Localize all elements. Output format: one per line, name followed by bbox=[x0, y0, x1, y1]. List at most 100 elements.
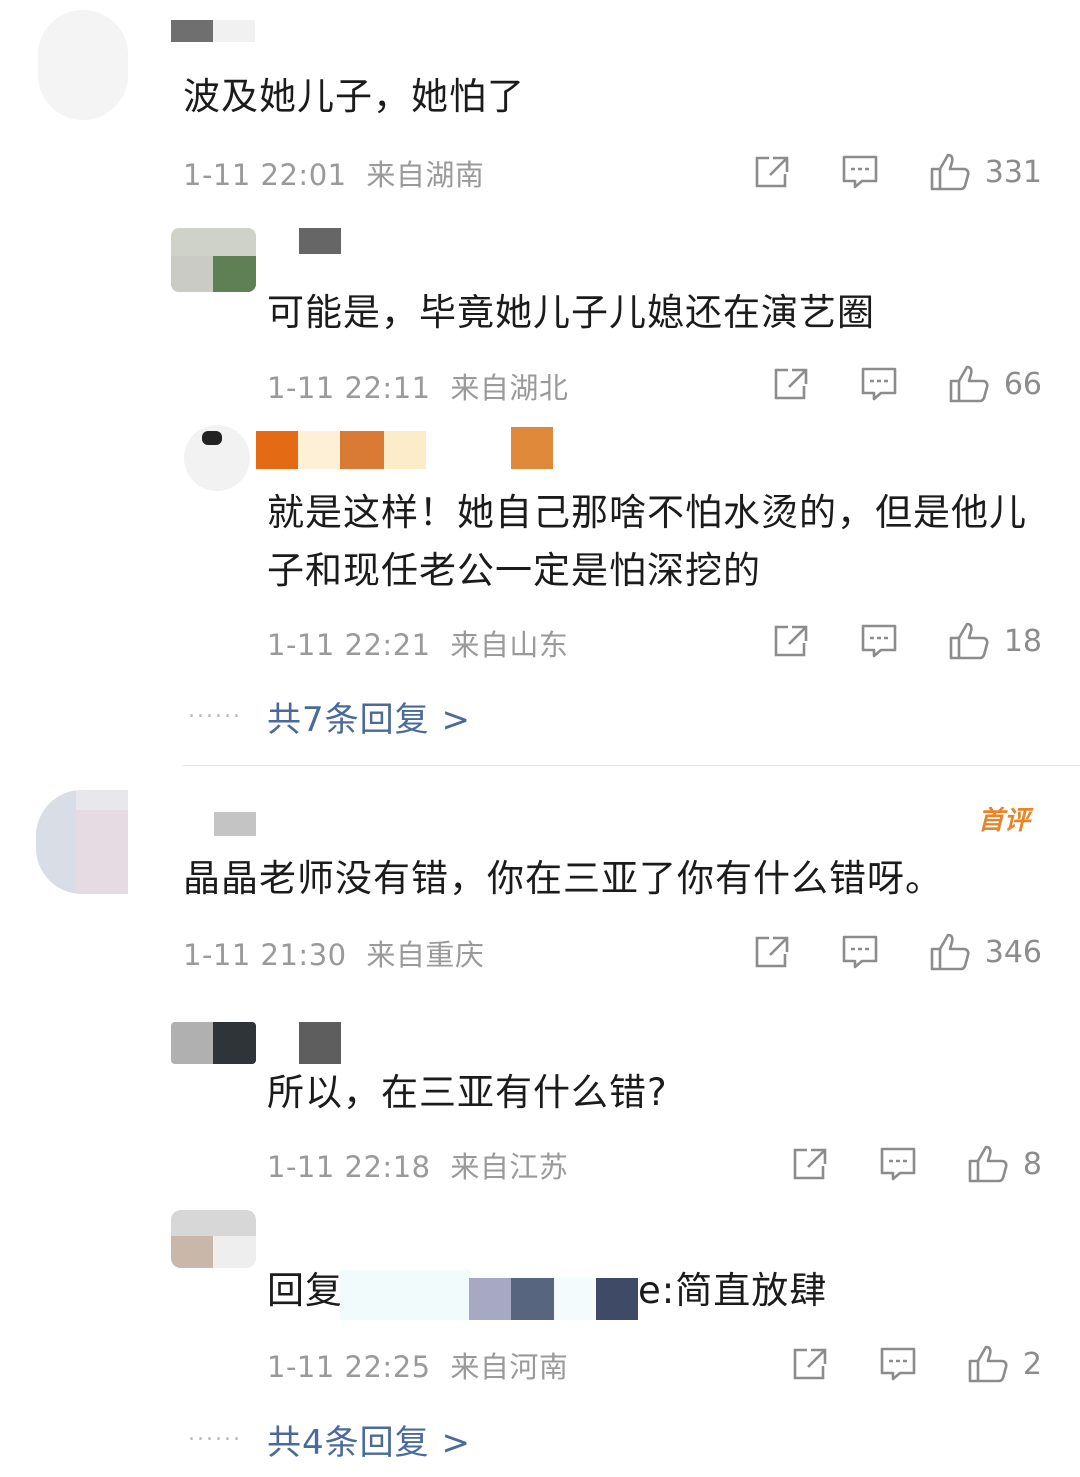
like-count: 331 bbox=[984, 154, 1042, 190]
reply-actions: 8 bbox=[791, 1142, 1042, 1186]
thumbs-up-icon bbox=[968, 1345, 1008, 1383]
comment-text: 晶晶老师没有错，你在三亚了你有什么错呀。 bbox=[183, 857, 943, 900]
like-count: 8 bbox=[1022, 1146, 1042, 1182]
reply-button[interactable] bbox=[879, 1146, 917, 1182]
comment-meta: 1-11 21:30 来自重庆 bbox=[183, 932, 484, 974]
avatar[interactable] bbox=[171, 228, 256, 292]
reply-text-suffix: e:简直放肆 bbox=[638, 1269, 828, 1312]
comment-icon bbox=[880, 1147, 916, 1181]
username-redacted[interactable] bbox=[171, 20, 213, 42]
share-button[interactable] bbox=[753, 934, 791, 970]
mention-redacted bbox=[469, 1278, 511, 1320]
like-count: 18 bbox=[1003, 623, 1042, 659]
like-count: 346 bbox=[984, 934, 1042, 970]
location: 来自湖南 bbox=[366, 158, 485, 192]
username-redacted bbox=[256, 431, 298, 469]
comment-meta: 1-11 22:01 来自湖南 bbox=[183, 152, 484, 194]
reply-meta: 1-11 22:11 来自湖北 bbox=[267, 365, 568, 407]
thumbs-up-icon bbox=[949, 622, 989, 660]
comment-actions: 331 bbox=[753, 150, 1042, 194]
share-icon bbox=[793, 1348, 827, 1380]
reply-meta: 1-11 22:25 来自河南 bbox=[267, 1344, 568, 1386]
share-button[interactable] bbox=[753, 154, 791, 190]
username-redacted bbox=[384, 431, 426, 469]
reply-meta: 1-11 22:21 来自山东 bbox=[267, 622, 568, 664]
share-icon bbox=[774, 625, 808, 657]
reply-button[interactable] bbox=[841, 154, 879, 190]
timestamp: 1-11 21:30 bbox=[183, 938, 347, 972]
avatar[interactable] bbox=[171, 1022, 256, 1064]
avatar[interactable] bbox=[171, 1210, 256, 1268]
avatar[interactable] bbox=[38, 10, 128, 120]
thumbs-up-icon bbox=[949, 365, 989, 403]
like-button[interactable]: 66 bbox=[948, 364, 1042, 404]
like-button[interactable]: 8 bbox=[967, 1144, 1042, 1184]
thumbs-up-icon bbox=[968, 1145, 1008, 1183]
avatar[interactable] bbox=[184, 425, 250, 491]
first-comment-badge: 首评 bbox=[978, 806, 1031, 836]
reply-prefix: 回复 bbox=[267, 1269, 343, 1312]
like-count: 2 bbox=[1022, 1346, 1042, 1382]
timestamp: 1-11 22:21 bbox=[267, 628, 431, 662]
username-redacted bbox=[511, 427, 553, 469]
location: 来自山东 bbox=[450, 628, 569, 662]
thumbs-up-icon bbox=[930, 933, 970, 971]
share-button[interactable] bbox=[791, 1146, 829, 1182]
more-replies-link[interactable]: 共7条回复 > bbox=[267, 692, 471, 741]
reply-button[interactable] bbox=[879, 1346, 917, 1382]
reply-actions: 18 bbox=[772, 619, 1042, 663]
like-button[interactable]: 346 bbox=[929, 932, 1042, 972]
mention-redacted bbox=[596, 1278, 638, 1320]
mention-redacted bbox=[554, 1278, 596, 1320]
mention-redacted bbox=[511, 1278, 554, 1320]
share-icon bbox=[793, 1148, 827, 1180]
like-count: 66 bbox=[1003, 366, 1042, 402]
comment-icon bbox=[880, 1347, 916, 1381]
location: 来自重庆 bbox=[366, 938, 485, 972]
share-button[interactable] bbox=[772, 366, 810, 402]
reply-text: 所以，在三亚有什么错? bbox=[267, 1071, 668, 1114]
reply-text: 就是这样！她自己那啥不怕水烫的，但是他儿子和现任老公一定是怕深挖的 bbox=[267, 491, 1027, 592]
comment-icon bbox=[842, 935, 878, 969]
reply-actions: 2 bbox=[791, 1342, 1042, 1386]
location: 来自河南 bbox=[450, 1350, 569, 1384]
username-redacted bbox=[340, 431, 384, 469]
reply-text: 可能是，毕竟她儿子儿媳还在演艺圈 bbox=[267, 291, 875, 334]
dots-divider: ...... bbox=[188, 698, 242, 723]
like-button[interactable]: 331 bbox=[929, 152, 1042, 192]
username-redacted bbox=[299, 1022, 341, 1064]
comment-text: 波及她儿子，她怕了 bbox=[183, 75, 525, 118]
share-button[interactable] bbox=[791, 1346, 829, 1382]
location: 来自江苏 bbox=[450, 1150, 569, 1184]
share-icon bbox=[774, 368, 808, 400]
reply-actions: 66 bbox=[772, 362, 1042, 406]
timestamp: 1-11 22:01 bbox=[183, 158, 347, 192]
timestamp: 1-11 22:18 bbox=[267, 1150, 431, 1184]
share-button[interactable] bbox=[772, 623, 810, 659]
username-redacted bbox=[299, 228, 341, 254]
reply-button[interactable] bbox=[860, 366, 898, 402]
reply-button[interactable] bbox=[841, 934, 879, 970]
dots-divider: ...... bbox=[188, 1421, 242, 1446]
more-replies-link[interactable]: 共4条回复 > bbox=[267, 1415, 471, 1464]
share-icon bbox=[755, 156, 789, 188]
like-button[interactable]: 18 bbox=[948, 621, 1042, 661]
username-redacted bbox=[298, 431, 340, 469]
mention-redacted bbox=[340, 1270, 470, 1320]
comment-icon bbox=[842, 155, 878, 189]
avatar[interactable] bbox=[36, 790, 128, 894]
comment-icon bbox=[861, 624, 897, 658]
timestamp: 1-11 22:11 bbox=[267, 371, 431, 405]
comment-icon bbox=[861, 367, 897, 401]
thumbs-up-icon bbox=[930, 153, 970, 191]
thread-divider bbox=[183, 765, 1080, 766]
reply-text: 回复 bbox=[267, 1262, 343, 1320]
like-button[interactable]: 2 bbox=[967, 1344, 1042, 1384]
share-icon bbox=[755, 936, 789, 968]
username-redacted bbox=[213, 20, 255, 42]
reply-button[interactable] bbox=[860, 623, 898, 659]
comment-actions: 346 bbox=[753, 930, 1042, 974]
username-redacted[interactable] bbox=[214, 812, 256, 836]
location: 来自湖北 bbox=[450, 371, 569, 405]
timestamp: 1-11 22:25 bbox=[267, 1350, 431, 1384]
